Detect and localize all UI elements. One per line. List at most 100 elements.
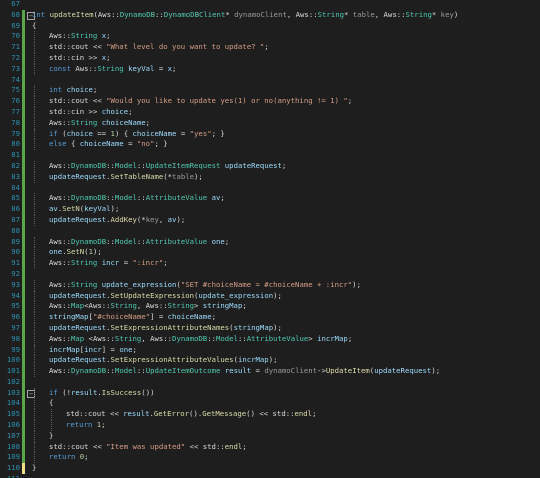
- code-token: int: [49, 85, 63, 95]
- code-line[interactable]: 85 Aws::DynamoDB::Model::AttributeValue a…: [0, 193, 540, 205]
- code-token: update_expression: [101, 279, 177, 289]
- code-line[interactable]: 76 std::cout << "Would you like to update…: [0, 96, 540, 107]
- code-token: ":incr": [132, 258, 164, 268]
- code-text: Aws::DynamoDB::Model::UpdateItemRequest …: [49, 161, 286, 172]
- code-line[interactable]: 70 Aws::String x;: [0, 31, 540, 43]
- code-token: return: [49, 452, 76, 462]
- code-editor[interactable]: 67 68− int updateItem(Aws::DynamoDB::Dynam…: [0, 0, 540, 478]
- line-number: 80: [11, 139, 20, 149]
- code-line[interactable]: 108 std::cout << "Item was updated" << st…: [0, 441, 540, 453]
- code-line[interactable]: 94 updateRequest.SetUpdateExpression(upda…: [0, 290, 540, 302]
- code-token: choice: [66, 128, 93, 138]
- code-line[interactable]: 69 {: [0, 20, 540, 32]
- code-line[interactable]: 82 Aws::DynamoDB::Model::UpdateItemReques…: [0, 160, 540, 172]
- line-number: 102: [6, 376, 20, 386]
- code-token: );: [194, 171, 203, 181]
- code-line[interactable]: 71 std::cout << "What level do you want t…: [0, 42, 540, 53]
- code-line[interactable]: 104 {: [0, 398, 540, 410]
- code-text: updateRequest.AddKey(*key, av);: [49, 215, 185, 226]
- code-line[interactable]: 91 Aws::String incr = ":incr";: [0, 258, 540, 269]
- code-token: ) {: [114, 128, 133, 138]
- code-token: Aws::: [49, 258, 71, 268]
- code-token: , Aws::: [136, 301, 168, 311]
- code-token: result: [224, 366, 252, 376]
- code-line[interactable]: 87 updateRequest.AddKey(*key, av);: [0, 214, 540, 226]
- code-line[interactable]: 77 std::cin >> choice;: [0, 106, 540, 118]
- code-line[interactable]: 109 return 0;: [0, 452, 540, 464]
- indent-guide: [34, 366, 35, 377]
- code-line[interactable]: 97 updateRequest.SetExpressionAttributeNa…: [0, 322, 540, 334]
- code-line[interactable]: 101 Aws::DynamoDB::Model::UpdateItemOutco…: [0, 366, 540, 377]
- code-line[interactable]: 75 int choice;: [0, 85, 540, 97]
- code-line[interactable]: 68− int updateItem(Aws::DynamoDB::DynamoD…: [0, 9, 540, 21]
- code-token: {: [66, 139, 80, 149]
- saved-change-marker: [22, 355, 25, 367]
- indent-guide: [34, 420, 35, 431]
- code-line[interactable]: 102: [0, 376, 540, 388]
- code-line[interactable]: 90 one.SetN(1);: [0, 247, 540, 259]
- code-token: ] =: [150, 312, 168, 322]
- code-line[interactable]: 81: [0, 150, 540, 161]
- code-line[interactable]: 86 av.SetN(keyVal);: [0, 204, 540, 215]
- code-token: Aws::: [49, 31, 71, 41]
- saved-change-marker: [22, 258, 25, 269]
- code-line[interactable]: 107}: [0, 430, 540, 442]
- code-line[interactable]: 105 std::cout << result.GetError().GetMes…: [0, 409, 540, 421]
- code-token: (: [57, 128, 67, 138]
- code-token: ;: [264, 42, 269, 52]
- code-token: DynamoDB: [70, 366, 107, 376]
- code-line[interactable]: 100 updateRequest.SetExpressionAttributeV…: [0, 355, 540, 367]
- code-text: Aws::String choiceName;: [49, 118, 150, 129]
- code-line[interactable]: 74: [0, 74, 540, 86]
- code-line[interactable]: 67: [0, 0, 540, 10]
- code-line[interactable]: 92: [0, 268, 540, 280]
- code-line[interactable]: 78 Aws::String choiceName;: [0, 117, 540, 129]
- code-token: DynamoDB: [70, 193, 107, 203]
- code-line[interactable]: 89 Aws::DynamoDB::Model::AttributeValue o…: [0, 236, 540, 248]
- code-line[interactable]: 111: [0, 474, 540, 478]
- code-line[interactable]: 84: [0, 182, 540, 194]
- code-line[interactable]: 93 Aws::String update_expression("SET #ch…: [0, 279, 540, 291]
- code-line[interactable]: 103− if (!result.IsSuccess()): [0, 387, 540, 399]
- code-token: std::: [66, 409, 88, 419]
- line-number: 69: [11, 20, 20, 30]
- saved-change-marker: [22, 366, 25, 377]
- code-text: std::cin >> x;: [49, 53, 111, 64]
- code-token: std::: [49, 96, 71, 106]
- code-token: }: [49, 430, 54, 440]
- code-line[interactable]: 95 Aws::Map<Aws::String, Aws::String> str…: [0, 301, 540, 313]
- line-number: 100: [6, 355, 20, 365]
- code-line[interactable]: 99 incrMap[incr] = one;: [0, 344, 540, 356]
- indent-guide: [34, 160, 35, 172]
- code-line[interactable]: 73 const Aws::String keyVal = x;: [0, 63, 540, 75]
- saved-change-marker: [22, 247, 25, 259]
- code-line[interactable]: 106 return 1;: [0, 420, 540, 431]
- code-text: return 0;: [49, 452, 89, 463]
- indent-guide: [34, 31, 35, 43]
- code-token: , Aws::: [374, 9, 406, 19]
- code-token: }: [32, 463, 37, 473]
- code-token: choice: [101, 106, 129, 116]
- code-line[interactable]: 96 stringMap["#choiceName"] = choiceName;: [0, 312, 540, 323]
- code-token: ;: [220, 193, 225, 203]
- code-line[interactable]: 88: [0, 225, 540, 237]
- indent-guide: [34, 430, 35, 442]
- code-token: ::: [106, 160, 115, 170]
- code-text: std::cout << "What level do you want to …: [49, 42, 269, 53]
- code-token: String: [97, 63, 124, 73]
- code-token: =: [176, 128, 190, 138]
- code-line[interactable]: 83 updateRequest.SetTableName(*table);: [0, 171, 540, 183]
- code-token: *: [343, 9, 353, 19]
- code-line[interactable]: 110}: [0, 463, 540, 475]
- code-line[interactable]: 98 Aws::Map <Aws::String, Aws::DynamoDB::…: [0, 333, 540, 345]
- code-token: GetError: [153, 409, 190, 419]
- code-line[interactable]: 79 if (choice == 1) { choiceName = "yes";…: [0, 128, 540, 140]
- code-token: cout: [70, 42, 89, 52]
- code-token: av: [49, 204, 58, 214]
- indent-guide: [34, 312, 35, 323]
- code-line[interactable]: 72 std::cin >> x;: [0, 52, 540, 64]
- code-token: stringMap: [202, 301, 243, 311]
- saved-change-marker: [22, 74, 25, 86]
- code-token: update_expression: [198, 290, 274, 300]
- code-line[interactable]: 80 else { choiceName = "no"; }: [0, 139, 540, 151]
